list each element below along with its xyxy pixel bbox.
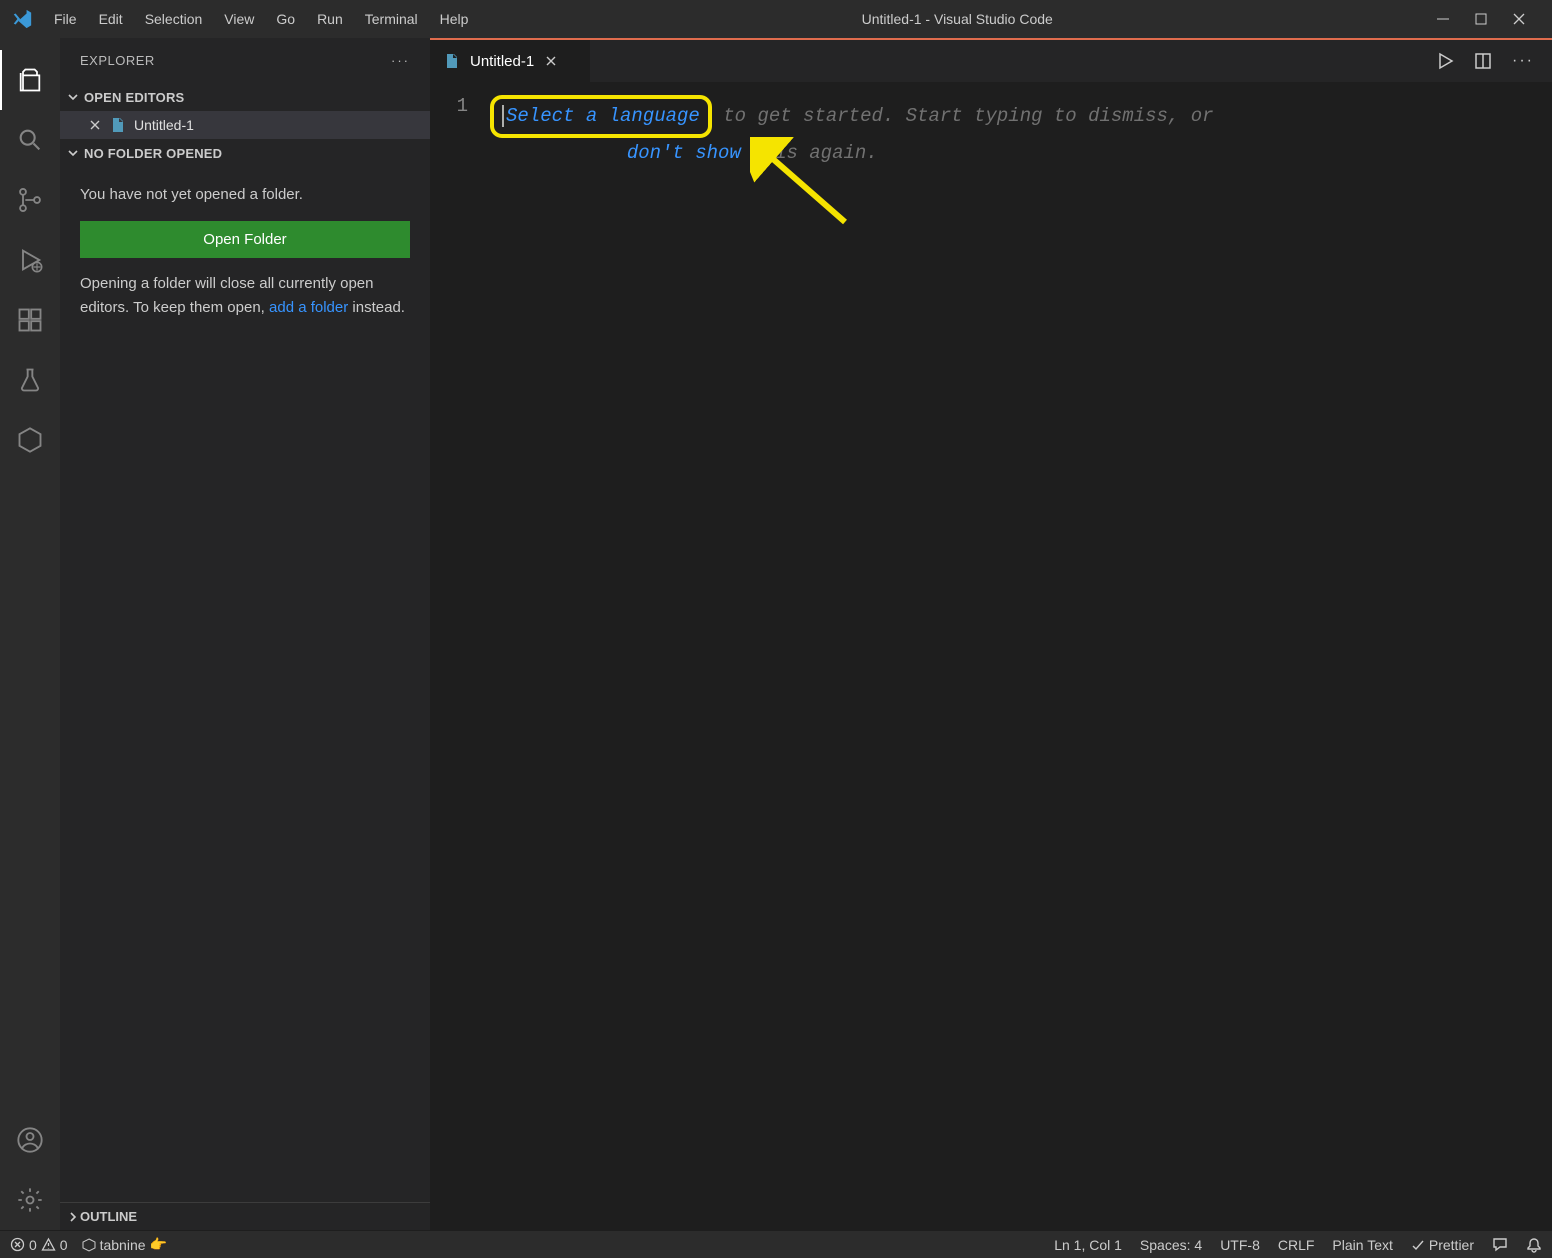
- search-icon[interactable]: [0, 110, 60, 170]
- tabnine-hand-icon: 👉: [150, 1236, 167, 1253]
- title-bar: File Edit Selection View Go Run Terminal…: [0, 0, 1552, 38]
- tab-untitled[interactable]: Untitled-1: [430, 40, 590, 82]
- menu-terminal[interactable]: Terminal: [355, 7, 428, 31]
- line-number: 1: [430, 95, 468, 117]
- activity-bar: [0, 38, 60, 1230]
- main-area: EXPLORER ··· OPEN EDITORS Untitled-1 NO …: [0, 38, 1552, 1230]
- no-folder-label: NO FOLDER OPENED: [84, 146, 222, 161]
- tab-label: Untitled-1: [470, 53, 534, 70]
- sidebar-explorer: EXPLORER ··· OPEN EDITORS Untitled-1 NO …: [60, 38, 430, 1230]
- gear-icon[interactable]: [0, 1170, 60, 1230]
- window-controls: [1436, 12, 1544, 26]
- close-icon[interactable]: [1512, 12, 1532, 26]
- minimize-icon[interactable]: [1436, 12, 1456, 26]
- placeholder-text-1: to get started. Start typing to dismiss,…: [712, 105, 1214, 127]
- line-gutter: 1: [430, 95, 490, 1230]
- window-title: Untitled-1 - Visual Studio Code: [478, 11, 1436, 27]
- open-editors-header[interactable]: OPEN EDITORS: [60, 83, 430, 111]
- no-folder-body: You have not yet opened a folder. Open F…: [60, 167, 430, 336]
- select-language-highlight[interactable]: Select a language: [490, 95, 712, 138]
- open-editors-label: OPEN EDITORS: [84, 90, 184, 105]
- tab-close-icon[interactable]: [544, 54, 558, 68]
- split-editor-icon[interactable]: [1474, 52, 1492, 70]
- hexagon-icon[interactable]: [0, 410, 60, 470]
- menu-view[interactable]: View: [214, 7, 264, 31]
- error-count: 0: [29, 1237, 37, 1253]
- warning-count: 0: [60, 1237, 68, 1253]
- hint-suffix: instead.: [348, 299, 405, 316]
- run-debug-icon[interactable]: [0, 230, 60, 290]
- editor-actions: ···: [1418, 40, 1552, 82]
- outline-header[interactable]: OUTLINE: [60, 1202, 430, 1230]
- explorer-label: EXPLORER: [80, 53, 155, 68]
- open-editor-item[interactable]: Untitled-1: [60, 111, 430, 139]
- explorer-icon[interactable]: [0, 50, 60, 110]
- bell-icon[interactable]: [1526, 1237, 1542, 1253]
- status-bar: 0 0 tabnine 👉 Ln 1, Col 1 Spaces: 4 UTF-…: [0, 1230, 1552, 1258]
- indentation-status[interactable]: Spaces: 4: [1140, 1237, 1202, 1253]
- editor-group: Untitled-1 ··· 1 Select a: [430, 38, 1552, 1230]
- menu-bar: File Edit Selection View Go Run Terminal…: [44, 7, 478, 31]
- problems-status[interactable]: 0 0: [10, 1237, 68, 1253]
- menu-go[interactable]: Go: [266, 7, 305, 31]
- sidebar-title: EXPLORER ···: [60, 38, 430, 83]
- menu-file[interactable]: File: [44, 7, 87, 31]
- text-cursor: [502, 105, 504, 127]
- tabnine-label: tabnine: [100, 1237, 146, 1253]
- chevron-down-icon: [66, 90, 84, 104]
- open-folder-button[interactable]: Open Folder: [80, 221, 410, 258]
- extensions-icon[interactable]: [0, 290, 60, 350]
- account-icon[interactable]: [0, 1110, 60, 1170]
- close-file-icon[interactable]: [88, 118, 102, 132]
- prettier-status[interactable]: Prettier: [1411, 1237, 1474, 1253]
- add-folder-link[interactable]: add a folder: [269, 299, 348, 316]
- code-area[interactable]: Select a language to get started. Start …: [490, 95, 1552, 1230]
- dont-show-link[interactable]: don't show: [627, 142, 741, 164]
- no-folder-text: You have not yet opened a folder.: [80, 183, 410, 207]
- feedback-icon[interactable]: [1492, 1237, 1508, 1253]
- cursor-position[interactable]: Ln 1, Col 1: [1054, 1237, 1122, 1253]
- editor-body[interactable]: 1 Select a language to get started. Star…: [430, 83, 1552, 1230]
- file-icon: [444, 53, 460, 69]
- chevron-right-icon: [66, 1210, 80, 1224]
- prettier-label: Prettier: [1429, 1237, 1474, 1253]
- run-icon[interactable]: [1436, 52, 1454, 70]
- more-icon[interactable]: ···: [391, 53, 410, 68]
- file-icon: [110, 117, 126, 133]
- menu-selection[interactable]: Selection: [135, 7, 213, 31]
- eol-status[interactable]: CRLF: [1278, 1237, 1315, 1253]
- source-control-icon[interactable]: [0, 170, 60, 230]
- vscode-logo-icon: [8, 8, 36, 30]
- select-language-link[interactable]: Select a language: [506, 105, 700, 127]
- folder-hint: Opening a folder will close all currentl…: [80, 272, 410, 320]
- maximize-icon[interactable]: [1474, 12, 1494, 26]
- placeholder-text-2: this again.: [741, 142, 878, 164]
- tabnine-status[interactable]: tabnine 👉: [82, 1236, 167, 1253]
- no-folder-header[interactable]: NO FOLDER OPENED: [60, 139, 430, 167]
- chevron-down-icon: [66, 146, 84, 160]
- menu-edit[interactable]: Edit: [89, 7, 133, 31]
- more-icon[interactable]: ···: [1512, 52, 1534, 70]
- encoding-status[interactable]: UTF-8: [1220, 1237, 1260, 1253]
- language-status[interactable]: Plain Text: [1332, 1237, 1392, 1253]
- outline-label: OUTLINE: [80, 1209, 137, 1224]
- tab-bar: Untitled-1 ···: [430, 38, 1552, 83]
- menu-run[interactable]: Run: [307, 7, 353, 31]
- menu-help[interactable]: Help: [430, 7, 479, 31]
- open-editor-filename: Untitled-1: [134, 117, 194, 133]
- beaker-icon[interactable]: [0, 350, 60, 410]
